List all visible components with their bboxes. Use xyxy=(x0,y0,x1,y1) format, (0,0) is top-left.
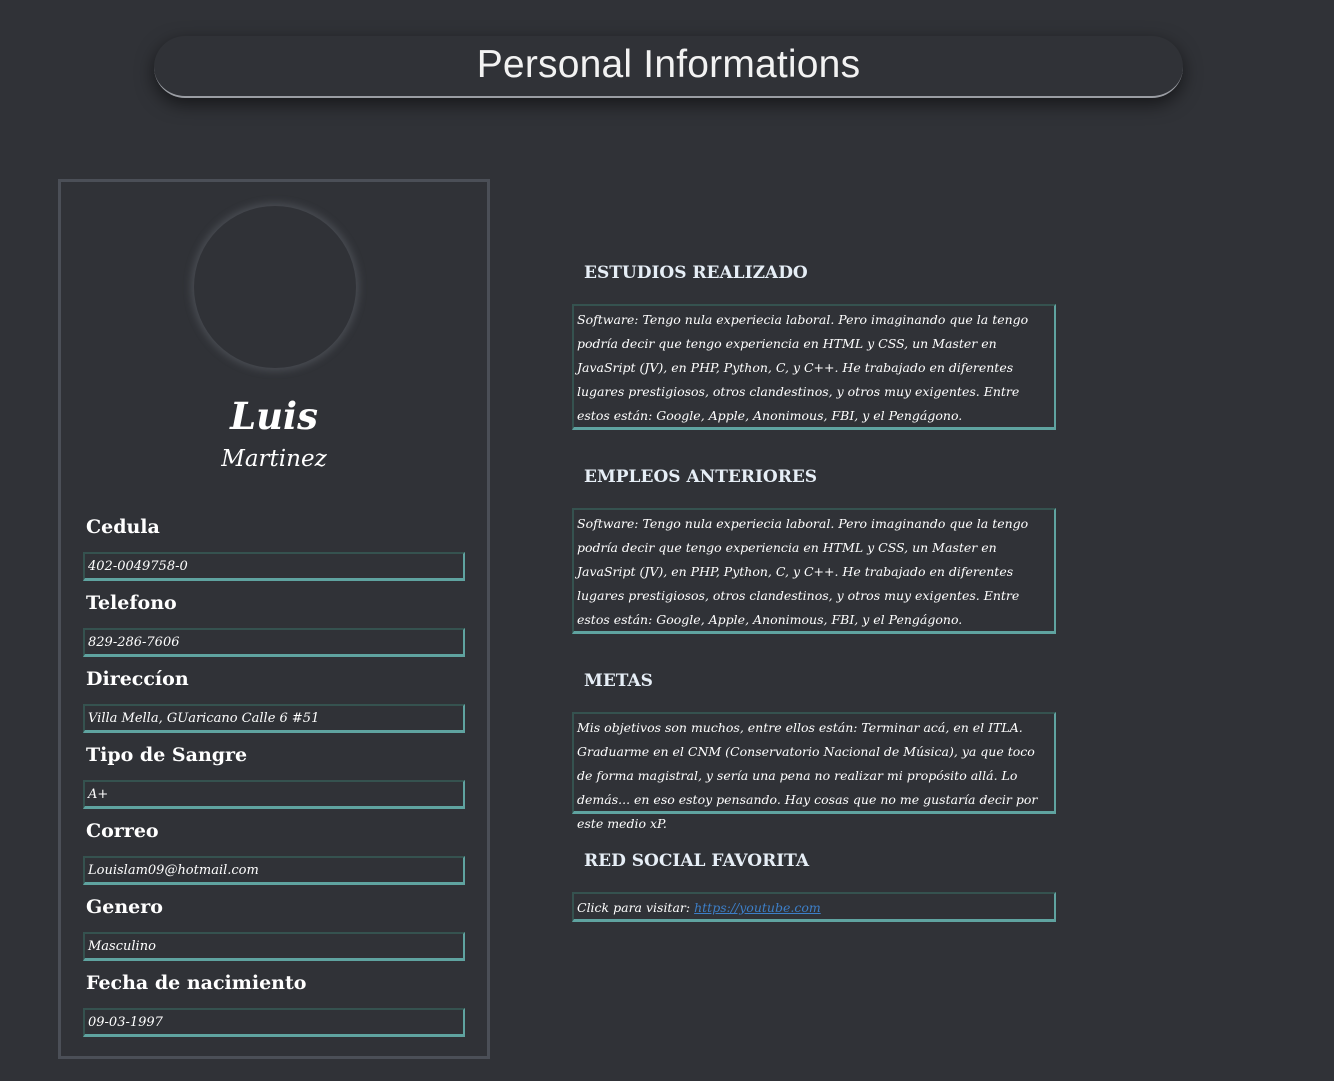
cedula-value: 402-0049758-0 xyxy=(83,552,465,581)
fecha-nacimiento-label: Fecha de nacimiento xyxy=(86,972,307,994)
telefono-label: Telefono xyxy=(86,592,177,614)
correo-label: Correo xyxy=(86,820,159,842)
genero-value: Masculino xyxy=(83,932,465,961)
correo-value: Louislam09@hotmail.com xyxy=(83,856,465,885)
empleos-text: Software: Tengo nula experiecia laboral.… xyxy=(572,508,1056,634)
red-social-prefix: Click para visitar: xyxy=(577,900,691,915)
direccion-label: Direccíon xyxy=(86,668,189,690)
avatar xyxy=(194,206,356,368)
genero-label: Genero xyxy=(86,896,163,918)
empleos-title: EMPLEOS ANTERIORES xyxy=(584,467,818,487)
metas-title: METAS xyxy=(584,671,653,691)
first-name: Luis xyxy=(230,394,318,438)
telefono-value: 829-286-7606 xyxy=(83,628,465,657)
estudios-text: Software: Tengo nula experiecia laboral.… xyxy=(572,304,1056,430)
page-header: Personal Informations xyxy=(154,36,1183,98)
direccion-value: Villa Mella, GUaricano Calle 6 #51 xyxy=(83,704,465,733)
last-name: Martinez xyxy=(221,446,327,472)
tipo-sangre-label: Tipo de Sangre xyxy=(86,744,248,766)
tipo-sangre-value: A+ xyxy=(83,780,465,809)
page-title: Personal Informations xyxy=(476,43,861,86)
profile-card: Luis Martinez Cedula 402-0049758-0 Telef… xyxy=(58,179,490,1059)
red-social-title: RED SOCIAL FAVORITA xyxy=(584,851,810,871)
red-social-box: Click para visitar: https://youtube.com xyxy=(572,892,1056,922)
fecha-nacimiento-value: 09-03-1997 xyxy=(83,1008,465,1037)
cedula-label: Cedula xyxy=(86,516,160,538)
youtube-link[interactable]: https://youtube.com xyxy=(694,900,821,915)
metas-text: Mis objetivos son muchos, entre ellos es… xyxy=(572,712,1056,831)
estudios-title: ESTUDIOS REALIZADO xyxy=(584,263,808,283)
